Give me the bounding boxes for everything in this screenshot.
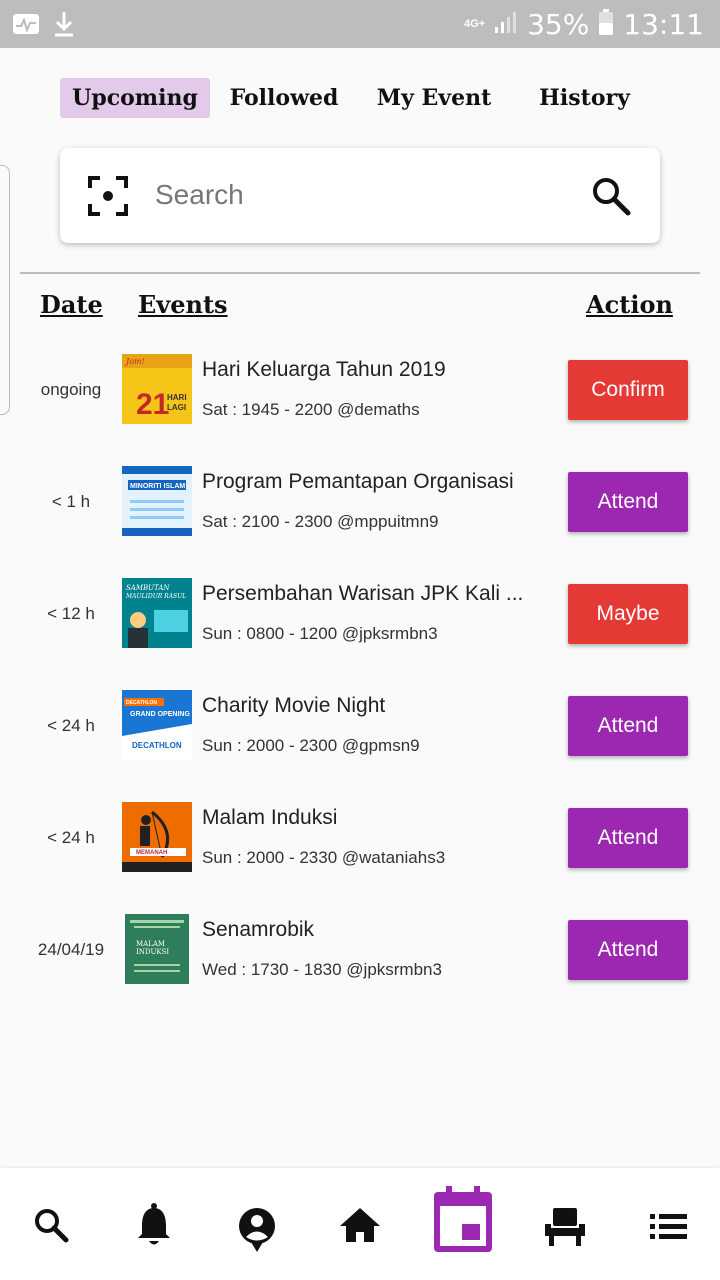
event-date: < 24 h (47, 716, 95, 735)
event-thumbnail[interactable]: SAMBUTAN MAULIDUR RASUL (122, 578, 192, 648)
event-title: Malam Induksi (202, 806, 338, 829)
svg-text:MEMANAH: MEMANAH (136, 850, 167, 856)
svg-text:Jom!: Jom! (124, 357, 145, 366)
svg-text:MINORITI ISLAM: MINORITI ISLAM (130, 483, 185, 490)
svg-text:MAULIDUR RASUL: MAULIDUR RASUL (125, 593, 186, 600)
seat-icon (545, 1208, 585, 1246)
activity-icon (12, 12, 40, 41)
clock: 13:11 (623, 8, 704, 41)
event-date: < 1 h (51, 492, 91, 511)
signal-icon (493, 9, 519, 40)
bell-icon (138, 1203, 170, 1245)
maybe-button[interactable]: Maybe (568, 584, 688, 644)
event-row[interactable]: 24/04/19 MALAM INDUKSI Senamrobik Wed : … (0, 912, 720, 1024)
event-date: 24/04/19 (37, 940, 105, 959)
event-thumbnail[interactable]: Jom! 21 HARI LAGI (122, 354, 192, 424)
svg-text:HARI: HARI (167, 393, 187, 402)
event-title: Senamrobik (202, 918, 315, 941)
nav-notifications[interactable] (124, 1196, 184, 1256)
event-detail: Sun : 2000 - 2300 @gpmsn9 (202, 736, 420, 755)
event-title: Charity Movie Night (202, 694, 386, 717)
divider (20, 272, 700, 274)
event-row[interactable]: < 24 h MEMANAH Malam Induksi Sun : 2000 … (0, 800, 720, 912)
event-thumbnail[interactable]: DECATHLON GRAND OPENING DECATHLON (122, 690, 192, 760)
battery-icon (597, 8, 615, 41)
download-icon (52, 10, 76, 43)
tab-history[interactable]: History (522, 78, 647, 118)
nav-seats[interactable] (535, 1196, 595, 1256)
header-action: Action (586, 290, 673, 319)
tab-followed[interactable]: Followed (220, 78, 348, 118)
event-title: Persembahan Warisan JPK Kali ... (202, 582, 524, 605)
header-events: Events (138, 290, 228, 319)
event-date: < 24 h (47, 828, 95, 847)
svg-text:DECATHLON: DECATHLON (132, 741, 182, 750)
nav-calendar[interactable] (432, 1184, 494, 1256)
event-detail: Sat : 1945 - 2200 @demaths (202, 400, 420, 419)
search-icon[interactable] (590, 175, 632, 217)
tab-my-event[interactable]: My Event (370, 78, 498, 118)
event-row[interactable]: ongoing Jom! 21 HARI LAGI Hari Keluarga … (0, 352, 720, 464)
event-detail: Wed : 1730 - 1830 @jpksrmbn3 (202, 960, 442, 979)
attend-button[interactable]: Attend (568, 696, 688, 756)
svg-text:DECATHLON: DECATHLON (126, 700, 157, 706)
event-thumbnail[interactable]: MALAM INDUKSI (122, 914, 192, 984)
svg-text:21: 21 (136, 388, 169, 421)
svg-text:INDUKSI: INDUKSI (136, 948, 169, 956)
event-date: < 12 h (47, 604, 95, 623)
event-detail: Sun : 2000 - 2330 @wataniahs3 (202, 848, 446, 867)
event-thumbnail[interactable]: MEMANAH (122, 802, 192, 872)
attend-button[interactable]: Attend (568, 920, 688, 980)
home-icon (340, 1208, 380, 1242)
calendar-icon (434, 1186, 492, 1252)
event-row[interactable]: < 12 h SAMBUTAN MAULIDUR RASUL Persembah… (0, 576, 720, 688)
search-icon (35, 1209, 69, 1243)
nav-profile[interactable] (227, 1196, 287, 1256)
search-bar (60, 148, 660, 243)
list-icon (650, 1214, 687, 1239)
network-type: 4G+ (463, 18, 486, 30)
attend-button[interactable]: Attend (568, 808, 688, 868)
attend-button[interactable]: Attend (568, 472, 688, 532)
bottom-navigation (0, 1168, 720, 1280)
event-row[interactable]: < 1 h MINORITI ISLAM Program Pemantapan … (0, 464, 720, 576)
status-bar: 4G+ 35% 13:11 (0, 0, 720, 48)
svg-text:LAGI: LAGI (167, 403, 186, 412)
header-date: Date (40, 290, 103, 319)
confirm-button[interactable]: Confirm (568, 360, 688, 420)
event-thumbnail[interactable]: MINORITI ISLAM (122, 466, 192, 536)
account-icon (239, 1208, 275, 1252)
event-detail: Sat : 2100 - 2300 @mppuitmn9 (202, 512, 439, 531)
search-input[interactable] (155, 172, 575, 218)
svg-text:GRAND OPENING: GRAND OPENING (130, 711, 190, 718)
scan-icon[interactable] (88, 176, 128, 216)
nav-home[interactable] (330, 1196, 390, 1256)
nav-search[interactable] (22, 1196, 82, 1256)
event-date: ongoing (40, 380, 102, 399)
event-row[interactable]: < 24 h DECATHLON GRAND OPENING DECATHLON… (0, 688, 720, 800)
event-title: Hari Keluarga Tahun 2019 (202, 358, 446, 381)
svg-text:SAMBUTAN: SAMBUTAN (126, 584, 170, 592)
event-title: Program Pemantapan Organisasi (202, 470, 514, 493)
nav-menu[interactable] (638, 1196, 698, 1256)
event-detail: Sun : 0800 - 1200 @jpksrmbn3 (202, 624, 438, 643)
event-tabs: Upcoming Followed My Event History (60, 78, 660, 118)
tab-upcoming[interactable]: Upcoming (60, 78, 210, 118)
battery-percent: 35% (527, 8, 590, 41)
svg-text:MALAM: MALAM (136, 940, 165, 948)
